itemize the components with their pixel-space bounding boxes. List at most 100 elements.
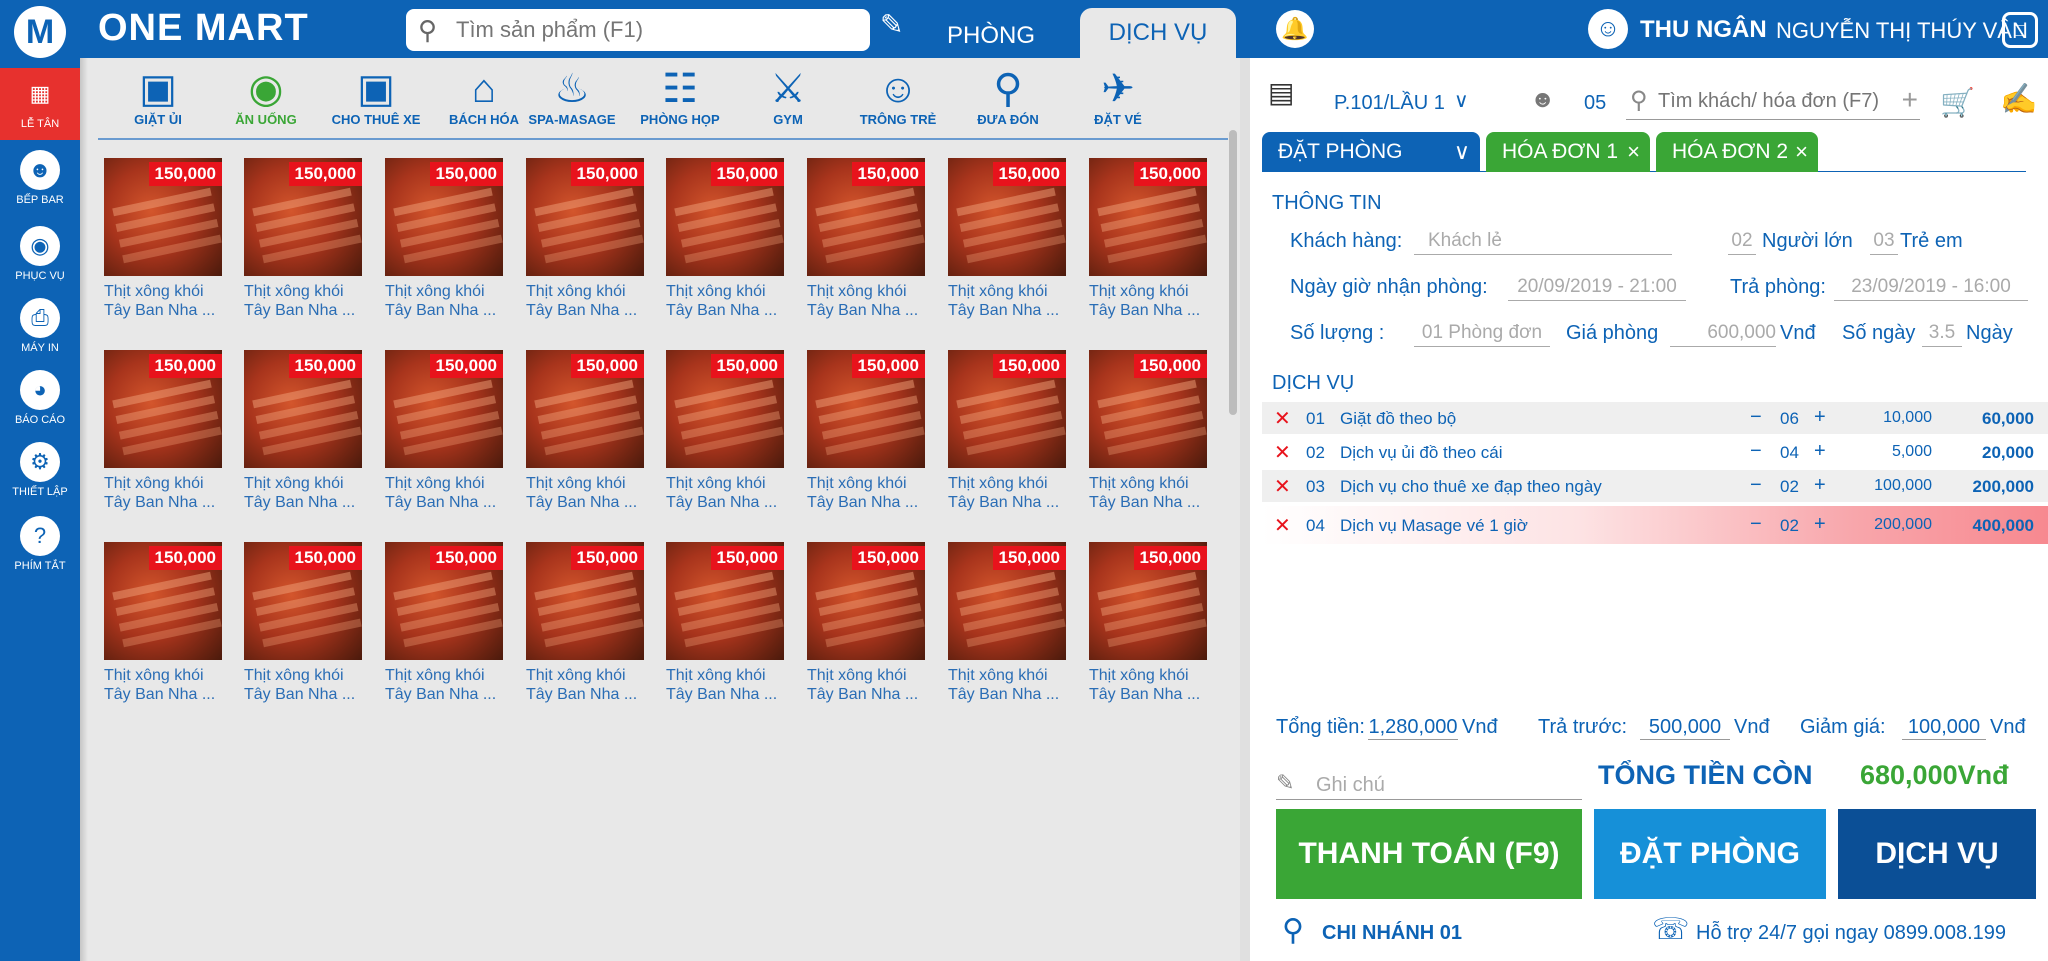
chevron-down-icon[interactable]: ∨ (1454, 132, 1470, 172)
delete-icon[interactable]: ✕ (1274, 440, 1291, 465)
minus-icon[interactable]: − (1750, 440, 1762, 463)
product-card[interactable]: 150,000 Thịt xông khói Tây Ban Nha ... (662, 350, 790, 530)
product-name-line1: Thịt xông khói (104, 283, 204, 300)
tab-hoa-don-1[interactable]: HÓA ĐƠN 1 × (1486, 132, 1650, 172)
product-card[interactable]: 150,000 Thịt xông khói Tây Ban Nha ... (381, 542, 509, 722)
room-label[interactable]: P.101/LẦU 1 (1334, 92, 1445, 115)
plus-icon[interactable]: + (1814, 474, 1826, 497)
sidebar-item-phuc-vu[interactable]: ◉ PHỤC VỤ (0, 220, 80, 292)
brush-icon[interactable]: ✎ (880, 8, 903, 41)
product-card[interactable]: 150,000 Thịt xông khói Tây Ban Nha ... (1085, 350, 1213, 530)
product-card[interactable]: 150,000 Thịt xông khói Tây Ban Nha ... (240, 542, 368, 722)
product-name: Thịt xông khói Tây Ban Nha ... (526, 666, 650, 704)
tab-dat-phong[interactable]: ĐẶT PHÒNG ∨ (1262, 132, 1480, 172)
discount-value[interactable]: 100,000 (1902, 716, 1986, 740)
pay-button[interactable]: THANH TOÁN (F9) (1276, 809, 1582, 899)
note-field[interactable]: ✎ Ghi chú (1276, 766, 1582, 800)
product-card[interactable]: 150,000 Thịt xông khói Tây Ban Nha ... (381, 158, 509, 338)
book-room-button[interactable]: ĐẶT PHÒNG (1594, 809, 1826, 899)
product-card[interactable]: 150,000 Thịt xông khói Tây Ban Nha ... (944, 350, 1072, 530)
total-value: 1,280,000 (1368, 716, 1458, 740)
product-scrollbar[interactable] (1229, 130, 1237, 415)
tab-dich-vu[interactable]: DỊCH VỤ (1080, 8, 1236, 58)
category-spa-masage[interactable]: ♨ SPA-MASAGE (512, 66, 632, 127)
product-card[interactable]: 150,000 Thịt xông khói Tây Ban Nha ... (240, 158, 368, 338)
category-giat-ui[interactable]: ▣ GIẶT ỦI (98, 66, 218, 127)
product-card[interactable]: 150,000 Thịt xông khói Tây Ban Nha ... (522, 158, 650, 338)
cloche-icon: ◉ (20, 226, 60, 266)
branch-name[interactable]: CHI NHÁNH 01 (1322, 922, 1462, 945)
minus-icon[interactable]: − (1750, 513, 1762, 536)
close-icon[interactable]: × (1627, 132, 1640, 172)
product-card[interactable]: 150,000 Thịt xông khói Tây Ban Nha ... (100, 158, 228, 338)
adults-field[interactable]: 02 (1728, 230, 1756, 255)
sidebar-item-phim-tat[interactable]: ? PHÍM TẮT (0, 510, 80, 582)
product-card[interactable]: 150,000 Thịt xông khói Tây Ban Nha ... (944, 158, 1072, 338)
room-price-field[interactable]: 600,000 (1670, 322, 1776, 347)
product-card[interactable]: 150,000 Thịt xông khói Tây Ban Nha ... (662, 542, 790, 722)
product-card[interactable]: 150,000 Thịt xông khói Tây Ban Nha ... (100, 542, 228, 722)
product-card[interactable]: 150,000 Thịt xông khói Tây Ban Nha ... (803, 542, 931, 722)
product-search-input[interactable] (456, 15, 856, 45)
category-cho-thue-xe[interactable]: ▣ CHO THUÊ XE (316, 66, 436, 127)
days-field[interactable]: 3.5 (1922, 322, 1962, 347)
product-card[interactable]: 150,000 Thịt xông khói Tây Ban Nha ... (1085, 542, 1213, 722)
total-unit: Vnđ (1462, 716, 1498, 738)
location-icon: ⚲ (1282, 914, 1304, 947)
chevron-down-icon[interactable]: ∨ (1454, 88, 1469, 113)
checkout-field[interactable]: 23/09/2019 - 16:00 (1834, 276, 2028, 301)
delete-icon[interactable]: ✕ (1274, 474, 1291, 499)
category-dat-ve[interactable]: ✈ ĐẶT VÉ (1058, 66, 1178, 127)
product-card[interactable]: 150,000 Thịt xông khói Tây Ban Nha ... (100, 350, 228, 530)
delete-icon[interactable]: ✕ (1274, 406, 1291, 431)
category-phong-hop[interactable]: ☷ PHÒNG HỌP (620, 66, 740, 127)
plus-icon[interactable]: + (1814, 406, 1826, 429)
tab-hoa-don-2[interactable]: HÓA ĐƠN 2 × (1656, 132, 1818, 172)
customer-search-input[interactable] (1658, 90, 1878, 113)
sidebar-item-may-in[interactable]: ⎙ MÁY IN (0, 292, 80, 364)
plus-icon[interactable]: + (1814, 513, 1826, 536)
cart-icon[interactable]: 🛒 (1940, 86, 1975, 119)
plus-icon[interactable]: + (1814, 440, 1826, 463)
tab-phong[interactable]: PHÒNG (916, 14, 1066, 58)
product-card[interactable]: 150,000 Thịt xông khói Tây Ban Nha ... (240, 350, 368, 530)
category-an-uong[interactable]: ◉ ĂN UỐNG (206, 66, 326, 127)
delete-icon[interactable]: ✕ (1274, 513, 1291, 538)
product-card[interactable]: 150,000 Thịt xông khói Tây Ban Nha ... (803, 350, 931, 530)
customer-search[interactable]: ⚲ + (1626, 82, 1920, 120)
category-gym[interactable]: ⚔ GYM (728, 66, 848, 127)
user-icon[interactable]: ☺ (1588, 9, 1628, 49)
gym-icon: ⚔ (770, 67, 806, 111)
product-name-line1: Thịt xông khói (526, 667, 626, 684)
quantity-field[interactable]: 01 Phòng đơn (1414, 322, 1550, 347)
children-field[interactable]: 03 (1870, 230, 1898, 255)
product-price: 150,000 (148, 546, 222, 570)
product-card[interactable]: 150,000 Thịt xông khói Tây Ban Nha ... (522, 350, 650, 530)
sidebar-item-bep-bar[interactable]: ☻ BẾP BAR (0, 144, 80, 216)
close-icon[interactable]: × (1795, 132, 1808, 172)
minus-icon[interactable]: − (1750, 406, 1762, 429)
checkin-field[interactable]: 20/09/2019 - 21:00 (1508, 276, 1686, 301)
minus-icon[interactable]: − (1750, 474, 1762, 497)
clipboard-icon[interactable]: ✍ (2000, 82, 2037, 117)
fullscreen-icon[interactable]: □ (2002, 12, 2038, 48)
sidebar-item-le-tan[interactable]: ▦ LỄ TÂN (0, 68, 80, 140)
category-dua-don[interactable]: ⚲ ĐƯA ĐÓN (948, 66, 1068, 127)
prepaid-value[interactable]: 500,000 (1640, 716, 1730, 740)
bell-icon[interactable]: 🔔 (1276, 10, 1314, 48)
product-name-line2: Tây Ban Nha ... (526, 686, 638, 703)
product-search[interactable]: ⚲ (406, 9, 870, 51)
product-card[interactable]: 150,000 Thịt xông khói Tây Ban Nha ... (944, 542, 1072, 722)
product-card[interactable]: 150,000 Thịt xông khói Tây Ban Nha ... (1085, 158, 1213, 338)
sidebar-item-bao-cao[interactable]: ◕ BÁO CÁO (0, 364, 80, 436)
sidebar-item-thiet-lap[interactable]: ⚙ THIẾT LẬP (0, 436, 80, 508)
product-card[interactable]: 150,000 Thịt xông khói Tây Ban Nha ... (803, 158, 931, 338)
category-trong-tre[interactable]: ☺ TRÔNG TRẺ (838, 66, 958, 127)
product-card[interactable]: 150,000 Thịt xông khói Tây Ban Nha ... (381, 350, 509, 530)
customer-field[interactable]: Khách lẻ (1414, 230, 1672, 255)
product-name-line1: Thịt xông khói (244, 283, 344, 300)
product-card[interactable]: 150,000 Thịt xông khói Tây Ban Nha ... (662, 158, 790, 338)
service-button[interactable]: DỊCH VỤ (1838, 809, 2036, 899)
product-card[interactable]: 150,000 Thịt xông khói Tây Ban Nha ... (522, 542, 650, 722)
add-customer-icon[interactable]: + (1902, 84, 1918, 116)
